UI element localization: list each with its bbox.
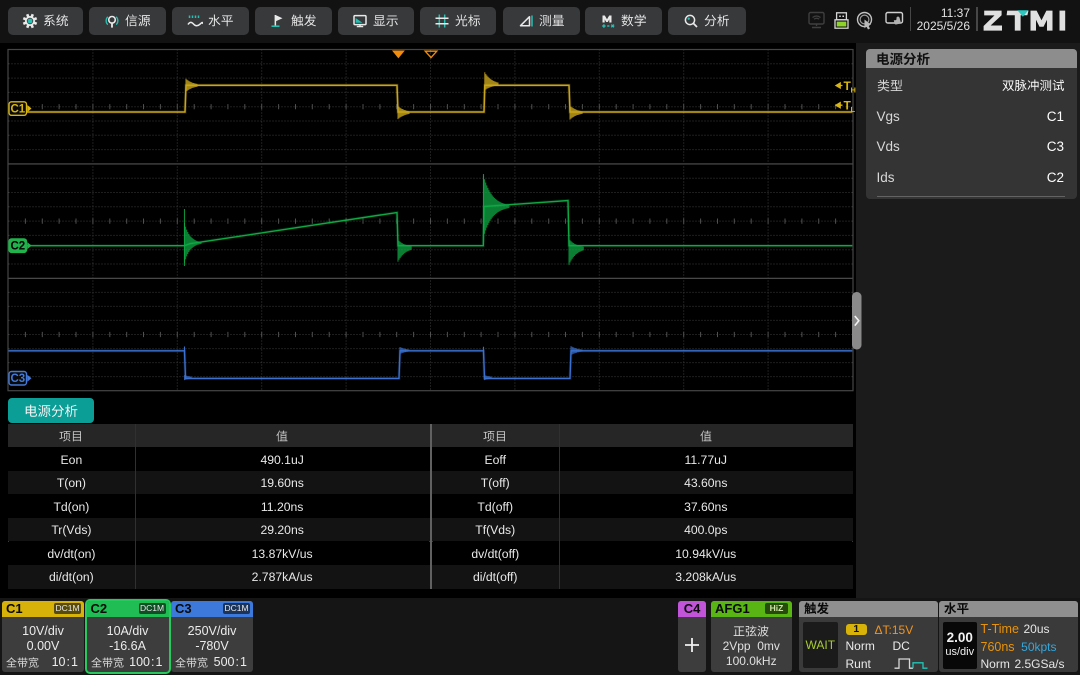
svg-text:C3: C3: [10, 373, 25, 385]
svg-text:H: H: [851, 86, 856, 95]
svg-text:C1: C1: [10, 103, 25, 115]
svg-text:C2: C2: [10, 241, 25, 253]
svg-text:L: L: [851, 105, 856, 114]
